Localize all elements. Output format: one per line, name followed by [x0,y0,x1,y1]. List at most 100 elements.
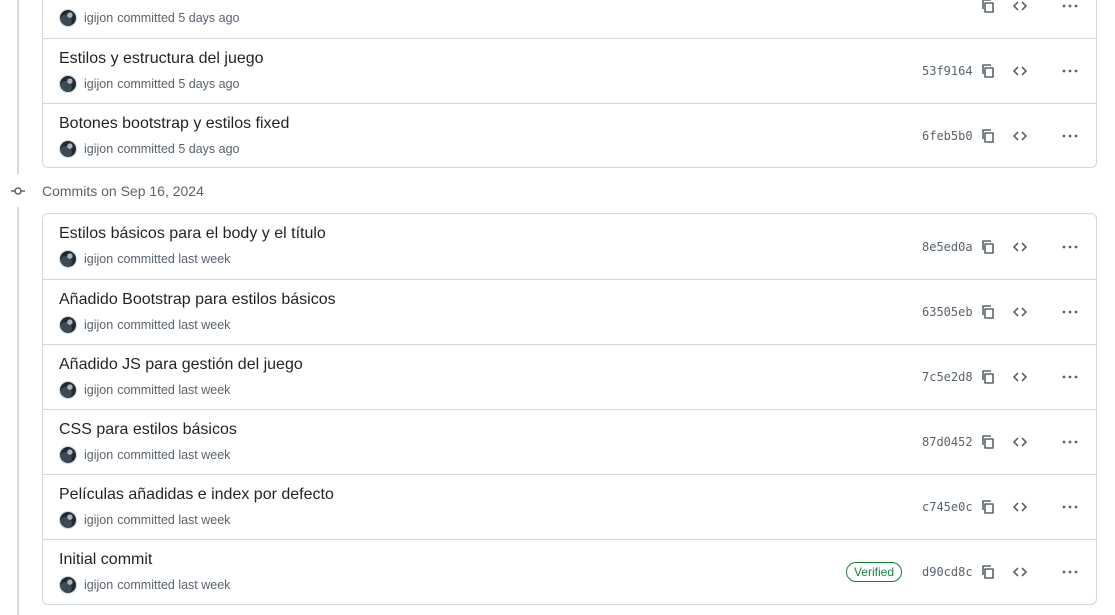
commit-row[interactable]: CSS para estilos básicos igijon committe… [43,409,1096,474]
avatar[interactable] [59,576,77,594]
more-actions-button[interactable] [1054,426,1086,458]
commit-sha[interactable]: 53f9164 [922,64,973,78]
browse-repo-button[interactable] [1004,426,1036,458]
browse-repo-button[interactable] [1004,120,1036,152]
commit-meta: igijon committed last week [59,381,230,399]
avatar[interactable] [59,75,77,93]
copy-sha-button[interactable] [972,55,1004,87]
more-actions-button[interactable] [1054,296,1086,328]
more-actions-button[interactable] [1054,0,1086,22]
commit-row[interactable]: Estilos básicos para el body y el título… [43,214,1096,279]
commit-time: committed last week [117,448,231,462]
commit-title[interactable]: Estilos y estructura del juego [59,50,264,68]
commit-author[interactable]: igijon [84,77,113,91]
commit-author[interactable]: igijon [84,318,113,332]
commit-author[interactable]: igijon [84,252,113,266]
avatar[interactable] [59,140,77,158]
more-actions-button[interactable] [1054,556,1086,588]
commit-author[interactable]: igijon [84,383,113,397]
commit-meta: igijon committed last week [59,576,230,594]
commit-meta: igijon committed 5 days ago [59,9,239,27]
commit-row[interactable]: Películas añadidas e index por defecto i… [43,474,1096,539]
browse-repo-button[interactable] [1004,556,1036,588]
commit-row[interactable]: Añadido Bootstrap para estilos básicos i… [43,279,1096,344]
commit-row[interactable]: igijon committed 5 days ago [43,0,1096,38]
commit-actions: 87d0452 [922,410,1086,474]
browse-repo-button[interactable] [1004,231,1036,263]
commit-title[interactable]: Botones bootstrap y estilos fixed [59,115,289,133]
copy-sha-button[interactable] [972,491,1004,523]
commit-meta: igijon committed last week [59,250,230,268]
copy-sha-button[interactable] [972,0,1004,22]
more-actions-button[interactable] [1054,120,1086,152]
commit-row[interactable]: Botones bootstrap y estilos fixed igijon… [43,103,1096,167]
commit-title[interactable]: CSS para estilos básicos [59,421,237,439]
commit-author[interactable]: igijon [84,578,113,592]
commit-sha[interactable]: c745e0c [922,500,973,514]
commit-author[interactable]: igijon [84,448,113,462]
commit-title[interactable]: Películas añadidas e index por defecto [59,486,334,504]
commit-row[interactable]: Estilos y estructura del juego igijon co… [43,38,1096,103]
commit-sha[interactable]: 87d0452 [922,435,973,449]
copy-icon [980,499,996,515]
commit-author[interactable]: igijon [84,142,113,156]
commit-actions [922,0,1086,38]
copy-icon [980,304,996,320]
kebab-horizontal-icon [1062,4,1078,7]
more-actions-button[interactable] [1054,491,1086,523]
commit-sha[interactable]: 6feb5b0 [922,129,973,143]
commit-actions: 7c5e2d8 [922,345,1086,409]
code-icon [1012,564,1028,580]
more-actions-button[interactable] [1054,55,1086,87]
commit-time: committed last week [117,318,231,332]
avatar[interactable] [59,381,77,399]
commit-sha[interactable]: d90cd8c [922,565,973,579]
commit-title[interactable]: Añadido Bootstrap para estilos básicos [59,291,336,309]
commit-meta: igijon committed last week [59,511,230,529]
kebab-horizontal-icon [1062,375,1078,379]
copy-icon [980,128,996,144]
kebab-horizontal-icon [1062,440,1078,444]
copy-sha-button[interactable] [972,296,1004,328]
avatar[interactable] [59,9,77,27]
browse-repo-button[interactable] [1004,361,1036,393]
verified-badge[interactable]: Verified [845,562,902,582]
commit-sha[interactable]: 8e5ed0a [922,240,973,254]
kebab-horizontal-icon [1062,134,1078,138]
copy-sha-button[interactable] [972,556,1004,588]
browse-repo-button[interactable] [1004,296,1036,328]
copy-sha-button[interactable] [972,361,1004,393]
commit-author[interactable]: igijon [84,513,113,527]
commit-time: committed 5 days ago [117,11,240,25]
commit-time: committed last week [117,578,231,592]
browse-repo-button[interactable] [1004,0,1036,22]
browse-repo-button[interactable] [1004,55,1036,87]
copy-sha-button[interactable] [972,231,1004,263]
commit-title[interactable]: Añadido JS para gestión del juego [59,356,303,374]
browse-repo-button[interactable] [1004,491,1036,523]
commit-title[interactable]: Estilos básicos para el body y el título [59,225,326,243]
copy-icon [980,369,996,385]
copy-sha-button[interactable] [972,120,1004,152]
copy-icon [980,564,996,580]
copy-icon [980,239,996,255]
avatar[interactable] [59,446,77,464]
more-actions-button[interactable] [1054,231,1086,263]
commit-group-box-2: Estilos básicos para el body y el título… [42,213,1097,605]
commit-row[interactable]: Añadido JS para gestión del juego igijon… [43,344,1096,409]
copy-sha-button[interactable] [972,426,1004,458]
commit-sha[interactable]: 7c5e2d8 [922,370,973,384]
git-commit-icon [10,187,26,195]
commit-row[interactable]: Initial commit igijon committed last wee… [43,539,1096,604]
avatar[interactable] [59,316,77,334]
avatar[interactable] [59,250,77,268]
more-actions-button[interactable] [1054,361,1086,393]
commit-author[interactable]: igijon [84,11,113,25]
commit-meta: igijon committed last week [59,446,230,464]
commit-time: committed last week [117,383,231,397]
avatar[interactable] [59,511,77,529]
commit-title[interactable]: Initial commit [59,551,152,569]
kebab-horizontal-icon [1062,570,1078,574]
code-icon [1012,434,1028,450]
commit-sha[interactable]: 63505eb [922,305,973,319]
